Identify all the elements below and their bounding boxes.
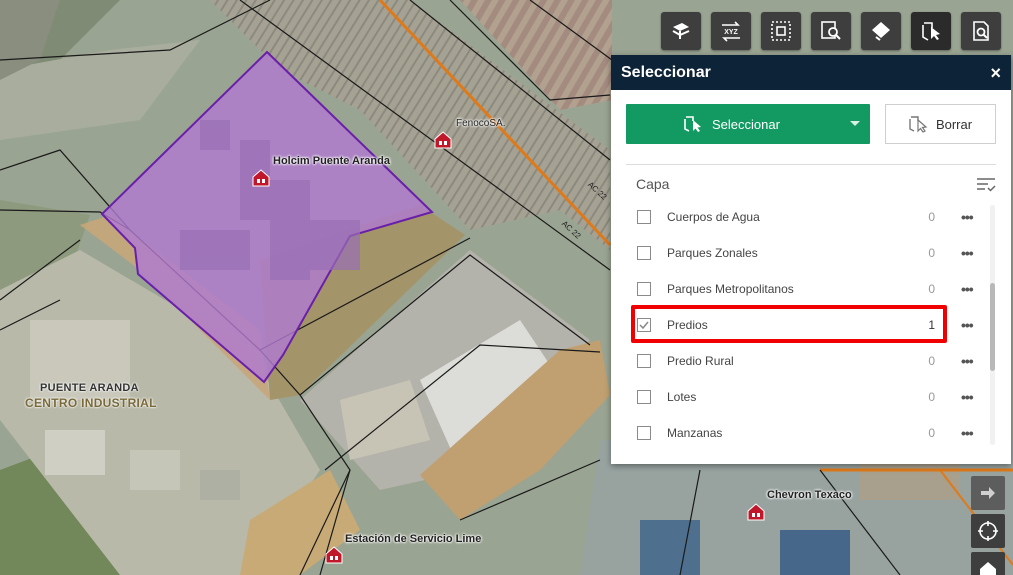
home-button[interactable]	[971, 552, 1005, 575]
next-extent-button[interactable]	[971, 476, 1005, 510]
layer-row[interactable]: Manzanas 0 •••	[611, 415, 991, 451]
label-chevron: Chevron Texaco	[767, 489, 852, 501]
layer-checkbox[interactable]	[637, 246, 651, 260]
poi-building-icon[interactable]	[324, 545, 344, 565]
locate-button[interactable]	[971, 514, 1005, 548]
clear-button-label: Borrar	[935, 116, 973, 132]
label-estacion: Estación de Servicio Lime	[345, 533, 482, 545]
filter-list-icon[interactable]	[976, 175, 996, 193]
more-options-icon[interactable]: •••	[961, 209, 979, 225]
layer-name: Lotes	[667, 390, 697, 404]
select-tool-icon	[922, 22, 940, 41]
extent-icon	[771, 21, 791, 41]
more-options-icon[interactable]: •••	[961, 281, 979, 297]
scrollbar-thumb[interactable]	[990, 283, 995, 371]
district-label-line1: PUENTE ARANDA	[40, 382, 139, 394]
layer-checkbox[interactable]	[637, 426, 651, 440]
map-toolbar: XYZ	[661, 12, 1001, 50]
chevron-down-icon[interactable]	[850, 121, 860, 126]
layer-list: Cuerpos de Agua 0 ••• Parques Zonales 0 …	[611, 199, 1011, 451]
layer-row[interactable]: Cuerpos de Agua 0 •••	[611, 199, 991, 235]
layer-row[interactable]: Lotes 0 •••	[611, 379, 991, 415]
layer-count: 0	[928, 282, 935, 296]
layer-name: Predio Rural	[667, 354, 734, 368]
home-icon	[980, 562, 996, 575]
clear-selection-icon	[909, 116, 928, 133]
highlight-box	[631, 305, 947, 343]
layer-name: Manzanas	[667, 426, 723, 440]
panel-title: Seleccionar	[621, 63, 711, 81]
layer-name: Cuerpos de Agua	[667, 210, 760, 224]
query-button[interactable]	[961, 12, 1001, 50]
select-tool-button[interactable]	[911, 12, 951, 50]
clear-button[interactable]: Borrar	[885, 104, 996, 144]
xyz-button[interactable]: XYZ	[711, 12, 751, 50]
label-holcim: Holcim Puente Aranda	[273, 155, 390, 167]
layer-count: 0	[928, 354, 935, 368]
more-options-icon[interactable]: •••	[961, 317, 979, 333]
layer-row[interactable]: Parques Metropolitanos 0 •••	[611, 271, 991, 307]
layer-name: Parques Zonales	[667, 246, 758, 260]
select-button[interactable]: Seleccionar	[626, 104, 870, 144]
layer-checkbox[interactable]	[637, 354, 651, 368]
layer-row[interactable]: Predio Rural 0 •••	[611, 343, 991, 379]
layers-icon	[672, 23, 690, 39]
panel-header: Seleccionar ×	[611, 55, 1011, 90]
select-panel: Seleccionar × Seleccionar Borrar Capa Cu…	[611, 55, 1011, 464]
select-cursor-icon	[684, 115, 704, 133]
layer-header-title: Capa	[636, 176, 670, 192]
layer-header: Capa	[611, 165, 1011, 193]
select-button-label: Seleccionar	[712, 116, 780, 132]
layer-checkbox[interactable]	[637, 282, 651, 296]
more-options-icon[interactable]: •••	[961, 425, 979, 441]
more-options-icon[interactable]: •••	[961, 353, 979, 369]
poi-building-icon[interactable]	[433, 130, 453, 150]
close-button[interactable]: ×	[990, 64, 1001, 82]
arrow-right-icon	[981, 487, 995, 499]
district-label-line2: CENTRO INDUSTRIAL	[25, 396, 157, 410]
layer-count: 0	[928, 390, 935, 404]
layer-count: 0	[928, 426, 935, 440]
more-options-icon[interactable]: •••	[961, 245, 979, 261]
svg-text:XYZ: XYZ	[724, 29, 738, 36]
layer-count: 0	[928, 210, 935, 224]
layer-row[interactable]: Parques Zonales 0 •••	[611, 235, 991, 271]
extent-button[interactable]	[761, 12, 801, 50]
layer-scrollbar[interactable]	[990, 205, 995, 445]
layer-name: Parques Metropolitanos	[667, 282, 794, 296]
query-icon	[973, 21, 989, 41]
eraser-button[interactable]	[861, 12, 901, 50]
search-map-icon	[821, 21, 841, 40]
poi-building-icon[interactable]	[251, 168, 271, 188]
poi-building-icon[interactable]	[746, 502, 766, 522]
layer-checkbox[interactable]	[637, 210, 651, 224]
xyz-coordinates-icon: XYZ	[722, 21, 740, 42]
locate-icon	[978, 521, 998, 541]
panel-actions: Seleccionar Borrar	[611, 90, 1011, 144]
eraser-icon	[872, 22, 890, 41]
layer-count: 0	[928, 246, 935, 260]
layers-button[interactable]	[661, 12, 701, 50]
layer-checkbox[interactable]	[637, 390, 651, 404]
more-options-icon[interactable]: •••	[961, 389, 979, 405]
label-fenoco: FenocoSA.	[456, 118, 506, 129]
search-map-button[interactable]	[811, 12, 851, 50]
